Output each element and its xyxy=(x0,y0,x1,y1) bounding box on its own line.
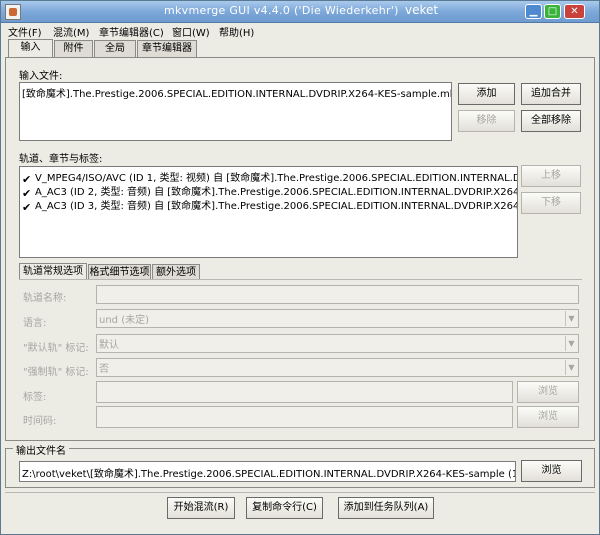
move-down-button[interactable]: 下移 xyxy=(521,192,581,214)
forced-flag-value: 否 xyxy=(99,364,109,375)
title-bar[interactable]: mkvmerge GUI v4.4.0 ('Die Wiederkehr') v… xyxy=(1,1,599,23)
append-button[interactable]: 追加合并 xyxy=(521,83,581,105)
output-label: 输出文件名 xyxy=(13,442,69,457)
chevron-down-icon: ▼ xyxy=(565,336,577,351)
tab-track-general[interactable]: 轨道常规选项 xyxy=(19,263,87,280)
minimize-button[interactable]: ▁ xyxy=(525,4,542,19)
output-filename-value: Z:\root\veket\[致命魔术].The.Prestige.2006.S… xyxy=(22,469,516,480)
menu-file[interactable]: 文件(F) xyxy=(8,24,42,39)
chevron-down-icon: ▼ xyxy=(565,360,577,375)
default-flag-label: "默认轨" 标记: xyxy=(23,343,89,354)
add-to-queue-button[interactable]: 添加到任务队列(A) xyxy=(338,497,434,519)
tags-browse-button[interactable]: 浏览 xyxy=(517,381,579,403)
menu-bar: 文件(F) 混流(M) 章节编辑器(C) 窗口(W) 帮助(H) xyxy=(1,23,599,39)
app-icon xyxy=(5,4,21,20)
output-browse-button[interactable]: 浏览 xyxy=(521,460,582,482)
titlebar-user-label: veket xyxy=(405,3,439,17)
menu-help[interactable]: 帮助(H) xyxy=(219,24,254,39)
tab-chapter-editor[interactable]: 章节编辑器 xyxy=(137,40,197,57)
tab-extra-options[interactable]: 额外选项 xyxy=(152,264,200,280)
tracks-label: 轨道、章节与标签: xyxy=(19,154,103,165)
track-name-label: 轨道名称: xyxy=(23,293,67,304)
list-item[interactable]: [致命魔术].The.Prestige.2006.SPECIAL.EDITION… xyxy=(22,85,451,100)
close-button[interactable]: ✕ xyxy=(564,4,585,19)
forced-flag-select[interactable]: 否 ▼ xyxy=(96,358,579,377)
menu-window[interactable]: 窗口(W) xyxy=(172,24,210,39)
add-button[interactable]: 添加 xyxy=(458,83,515,105)
menu-mux[interactable]: 混流(M) xyxy=(53,24,89,39)
main-tabs: 输入 附件 全局 章节编辑器 xyxy=(1,39,599,57)
start-muxing-button[interactable]: 开始混流(R) xyxy=(167,497,235,519)
output-filename-input[interactable]: Z:\root\veket\[致命魔术].The.Prestige.2006.S… xyxy=(19,461,516,482)
timecodes-browse-button[interactable]: 浏览 xyxy=(517,406,579,428)
language-label: 语言: xyxy=(23,318,47,329)
window-title: mkvmerge GUI v4.4.0 ('Die Wiederkehr') xyxy=(164,4,399,17)
language-select[interactable]: und (未定) ▼ xyxy=(96,309,579,328)
table-row[interactable]: ✔ A_AC3 (ID 3, 类型: 音频) 自 [致命魔术].The.Prest… xyxy=(22,197,518,214)
table-row[interactable]: ✔ V_MPEG4/ISO/AVC (ID 1, 类型: 视频) 自 [致命魔术]… xyxy=(22,169,517,185)
checkbox-checked-icon[interactable]: ✔ xyxy=(22,202,33,214)
remove-button[interactable]: 移除 xyxy=(458,110,515,132)
default-flag-select[interactable]: 默认 ▼ xyxy=(96,334,579,353)
tab-format-details[interactable]: 格式细节选项 xyxy=(88,264,151,280)
menu-chapter-editor[interactable]: 章节编辑器(C) xyxy=(99,24,164,39)
tab-input[interactable]: 输入 xyxy=(8,39,53,57)
copy-command-line-button[interactable]: 复制命令行(C) xyxy=(246,497,323,519)
input-files-list[interactable]: [致命魔术].The.Prestige.2006.SPECIAL.EDITION… xyxy=(19,82,452,141)
remove-all-button[interactable]: 全部移除 xyxy=(521,110,581,132)
bottom-divider xyxy=(5,492,595,493)
chevron-down-icon: ▼ xyxy=(565,311,577,326)
tags-field[interactable] xyxy=(96,381,513,403)
move-up-button[interactable]: 上移 xyxy=(521,165,581,187)
timecodes-field[interactable] xyxy=(96,406,513,428)
subtab-divider xyxy=(19,279,582,280)
default-flag-value: 默认 xyxy=(99,340,119,351)
track-name-field[interactable] xyxy=(96,285,579,304)
tab-attachments[interactable]: 附件 xyxy=(54,40,93,57)
input-files-label: 输入文件: xyxy=(19,71,63,82)
track-label: A_AC3 (ID 3, 类型: 音频) 自 [致命魔术].The.Presti… xyxy=(35,201,518,212)
maximize-button[interactable]: □ xyxy=(544,4,561,19)
tracks-list[interactable]: ✔ V_MPEG4/ISO/AVC (ID 1, 类型: 视频) 自 [致命魔术]… xyxy=(19,166,518,258)
timecodes-label: 时间码: xyxy=(23,416,57,427)
tab-global[interactable]: 全局 xyxy=(94,40,136,57)
tags-label: 标签: xyxy=(23,392,47,403)
app-window: mkvmerge GUI v4.4.0 ('Die Wiederkehr') v… xyxy=(0,0,600,535)
table-row[interactable]: ✔ A_AC3 (ID 2, 类型: 音频) 自 [致命魔术].The.Prest… xyxy=(22,183,517,199)
forced-flag-label: "强制轨" 标记: xyxy=(23,367,89,378)
language-value: und (未定) xyxy=(99,315,150,326)
